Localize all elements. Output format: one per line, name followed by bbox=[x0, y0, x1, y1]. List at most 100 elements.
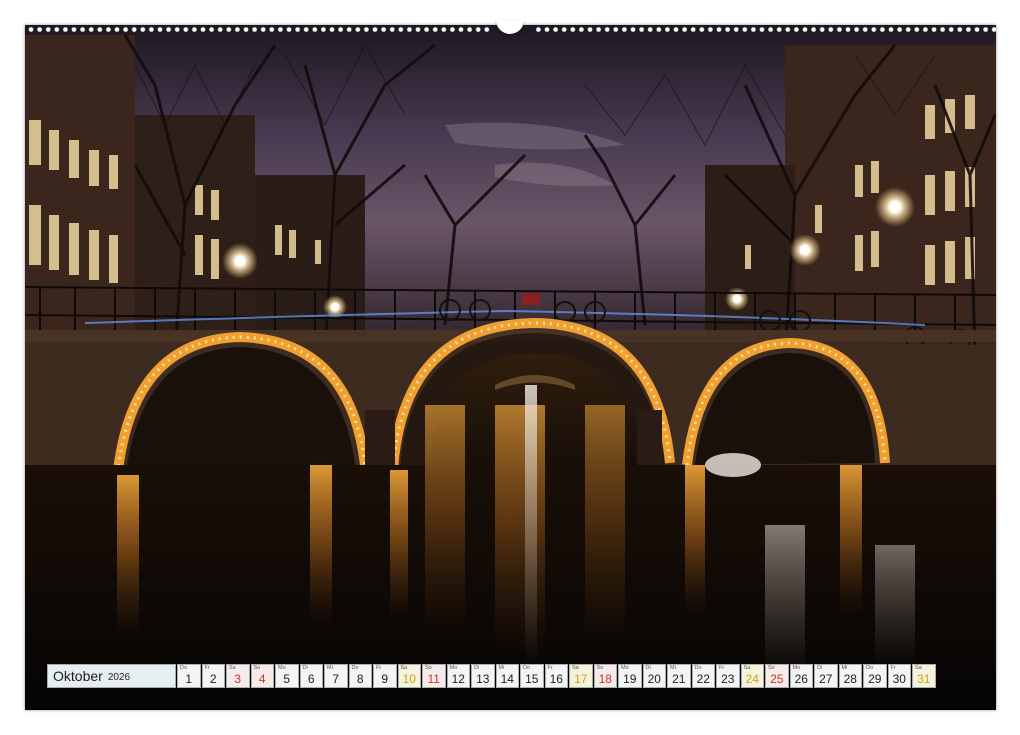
binding-loop bbox=[793, 26, 800, 33]
day-number: 22 bbox=[696, 672, 710, 686]
day-cell: Fr 16 bbox=[544, 664, 568, 688]
binding-loop bbox=[209, 26, 215, 33]
day-abbreviation: Mi bbox=[498, 665, 505, 671]
day-abbreviation: Sa bbox=[400, 665, 408, 671]
day-number: 21 bbox=[672, 672, 686, 686]
binding-loop bbox=[277, 26, 283, 33]
binding-loop bbox=[286, 26, 292, 33]
binding-loop bbox=[759, 26, 765, 33]
binding-loop bbox=[338, 26, 344, 33]
binding-loop bbox=[750, 26, 757, 33]
day-abbreviation: So bbox=[253, 665, 261, 671]
binding-loop bbox=[140, 26, 146, 33]
binding-loop bbox=[88, 26, 94, 33]
day-abbreviation: Do bbox=[523, 665, 531, 671]
binding-loop bbox=[802, 26, 808, 33]
day-number: 2 bbox=[209, 672, 217, 686]
binding-loop bbox=[561, 26, 567, 33]
binding-loop bbox=[320, 26, 327, 33]
binding-loop bbox=[157, 26, 163, 33]
day-cell: Mi 28 bbox=[838, 664, 862, 688]
binding-loop bbox=[174, 26, 180, 33]
binding-loop bbox=[991, 26, 996, 33]
binding-loop bbox=[346, 26, 352, 33]
calendar-day-strip: Oktober 2026 Do 1 Fr 2 Sa 3 So 4 Mo 5 Di 6 Mi 7 Do 8 Fr 9… bbox=[47, 664, 936, 688]
binding-loop bbox=[552, 26, 559, 33]
day-number: 29 bbox=[868, 672, 882, 686]
binding-loop bbox=[475, 26, 481, 33]
binding-loop bbox=[587, 26, 593, 33]
day-cell: Di 20 bbox=[642, 664, 666, 688]
day-number: 6 bbox=[307, 672, 315, 686]
binding-loop bbox=[415, 26, 421, 33]
binding-loop bbox=[931, 26, 937, 33]
binding-loop bbox=[114, 26, 120, 33]
binding-loop bbox=[234, 26, 240, 33]
binding-loop bbox=[62, 26, 69, 33]
day-cell: Sa 24 bbox=[740, 664, 764, 688]
day-cell: So 11 bbox=[422, 664, 446, 688]
binding-loop bbox=[381, 26, 387, 33]
day-cell: Fr 2 bbox=[201, 664, 225, 688]
day-abbreviation: Fr bbox=[376, 665, 382, 671]
day-abbreviation: Fr bbox=[890, 665, 896, 671]
binding-loop bbox=[914, 26, 920, 33]
day-abbreviation: Do bbox=[351, 665, 359, 671]
binding-loop bbox=[389, 26, 395, 33]
binding-loop bbox=[716, 26, 722, 33]
day-number: 26 bbox=[794, 672, 808, 686]
binding-loop bbox=[957, 26, 963, 33]
binding-loop bbox=[71, 26, 77, 33]
binding-loop bbox=[406, 26, 413, 33]
binding-loop bbox=[355, 26, 361, 33]
day-number: 13 bbox=[476, 672, 490, 686]
day-cell: So 4 bbox=[250, 664, 274, 688]
day-cell: Mo 26 bbox=[789, 664, 813, 688]
day-abbreviation: Do bbox=[180, 665, 188, 671]
binding-loop bbox=[699, 26, 705, 33]
day-number: 27 bbox=[819, 672, 833, 686]
binding-loop bbox=[217, 26, 223, 33]
day-abbreviation: Do bbox=[694, 665, 702, 671]
binding-loop bbox=[79, 26, 86, 33]
day-cell: Mi 21 bbox=[667, 664, 691, 688]
day-cell: Mo 5 bbox=[275, 664, 299, 688]
day-abbreviation: Mo bbox=[278, 665, 286, 671]
month-year: 2026 bbox=[107, 672, 131, 683]
day-abbreviation: Mi bbox=[327, 665, 333, 671]
day-number: 15 bbox=[525, 672, 539, 686]
binding-loop bbox=[681, 26, 688, 33]
day-cell: Do 15 bbox=[520, 664, 544, 688]
binding-loop bbox=[260, 26, 266, 33]
binding-loop bbox=[183, 26, 189, 33]
binding-loop bbox=[647, 26, 653, 33]
binding-loop bbox=[329, 26, 335, 33]
binding-loop bbox=[578, 26, 585, 33]
day-number: 5 bbox=[283, 672, 291, 686]
binding-loop bbox=[948, 26, 954, 33]
day-number: 14 bbox=[500, 672, 514, 686]
day-number: 11 bbox=[427, 672, 440, 686]
day-abbreviation: Di bbox=[302, 665, 308, 671]
day-cell: Sa 31 bbox=[912, 664, 936, 688]
binding-loop bbox=[226, 26, 232, 33]
binding-loop bbox=[656, 26, 662, 33]
day-number: 28 bbox=[843, 672, 857, 686]
day-cell: Sa 3 bbox=[226, 664, 250, 688]
binding-loop bbox=[621, 26, 628, 33]
binding-loop bbox=[939, 26, 946, 33]
day-number: 18 bbox=[598, 672, 612, 686]
binding-loop bbox=[449, 26, 456, 33]
binding-loop bbox=[570, 26, 576, 33]
day-abbreviation: Mo bbox=[792, 665, 801, 671]
day-abbreviation: Fr bbox=[204, 665, 210, 671]
day-cell: Do 1 bbox=[177, 664, 201, 688]
binding-loop bbox=[724, 26, 731, 33]
binding-loop bbox=[398, 26, 404, 33]
day-number: 8 bbox=[356, 672, 364, 686]
day-cell: Sa 10 bbox=[397, 664, 421, 688]
day-abbreviation: Di bbox=[817, 665, 823, 671]
binding-loop bbox=[673, 26, 679, 33]
day-cell: Di 27 bbox=[814, 664, 838, 688]
day-cell: Do 22 bbox=[691, 664, 715, 688]
